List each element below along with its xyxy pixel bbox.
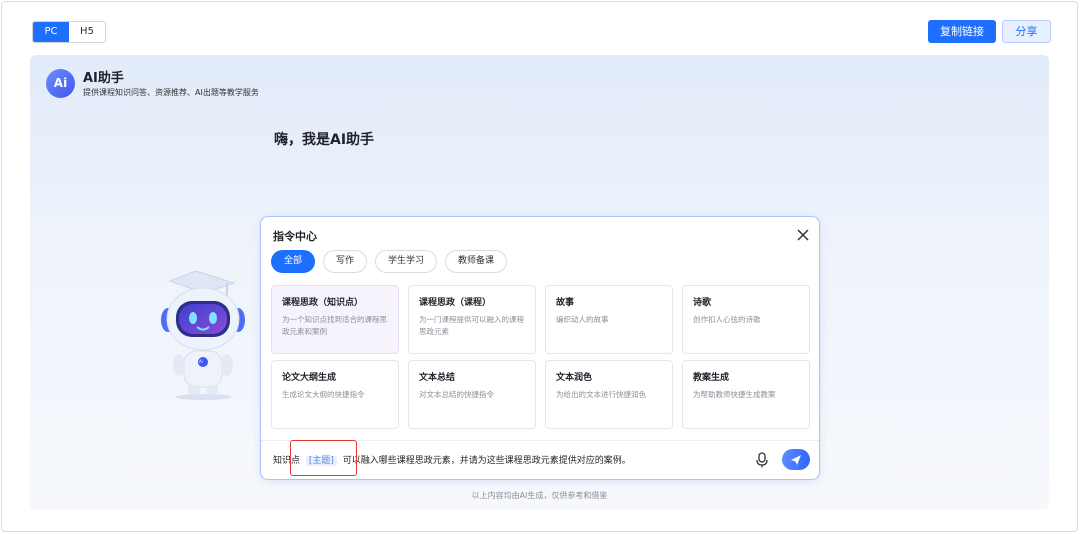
command-tile[interactable]: 论文大纲生成 生成论文大纲的快捷指令 xyxy=(271,360,399,429)
command-tabs: 全部 写作 学生学习 教师备课 xyxy=(271,250,508,273)
assistant-panel: Ai AI助手 提供课程知识问答、资源推荐、AI出题等教学服务 嗨，我是AI助手 xyxy=(30,55,1049,510)
app-title: AI助手 xyxy=(83,71,124,86)
command-tile-desc: 为给出的文本进行快捷润色 xyxy=(556,390,646,399)
close-icon[interactable] xyxy=(796,228,810,242)
command-center-title: 指令中心 xyxy=(273,230,317,243)
command-tile-desc: 为帮助教师快捷生成教案 xyxy=(693,390,776,399)
command-grid: 课程思政（知识点） 为一个知识点找到适合的课程思政元素和案例 课程思政（课程） … xyxy=(271,285,810,429)
annotation-highlight-box xyxy=(290,440,357,476)
app-subtitle: 提供课程知识问答、资源推荐、AI出题等教学服务 xyxy=(83,88,259,97)
tab-h5[interactable]: H5 xyxy=(69,22,105,42)
platform-switch: PC H5 xyxy=(32,21,106,43)
command-tile[interactable]: 课程思政（课程） 为一门课程提供可以融入的课程思政元素 xyxy=(408,285,536,354)
tab-student-learning[interactable]: 学生学习 xyxy=(375,250,438,273)
command-tile[interactable]: 课程思政（知识点） 为一个知识点找到适合的课程思政元素和案例 xyxy=(271,285,399,354)
command-tile-desc: 编织动人的故事 xyxy=(556,315,609,324)
robot-badge-text: Ai xyxy=(199,359,203,364)
command-tile-name: 课程思政（课程） xyxy=(419,298,492,308)
command-tile-desc: 创作扣人心弦的诗歌 xyxy=(693,315,761,324)
share-button[interactable]: 分享 xyxy=(1002,20,1051,43)
prompt-suffix: 可以融入哪些课程思政元素，并请为这些课程思政元素提供对应的案例。 xyxy=(342,456,631,466)
send-button[interactable] xyxy=(782,449,810,470)
command-tile-desc: 生成论文大纲的快捷指令 xyxy=(282,390,365,399)
command-tile[interactable]: 文本总结 对文本总结的快捷指令 xyxy=(408,360,536,429)
ai-logo-icon: Ai xyxy=(46,69,75,98)
tab-all[interactable]: 全部 xyxy=(271,250,316,273)
command-tile-name: 文本润色 xyxy=(556,373,593,383)
command-tile-name: 故事 xyxy=(556,298,575,308)
command-tile[interactable]: 故事 编织动人的故事 xyxy=(545,285,673,354)
greeting-text: 嗨，我是AI助手 xyxy=(274,132,375,148)
command-tile-name: 诗歌 xyxy=(693,298,712,308)
command-tile[interactable]: 诗歌 创作扣人心弦的诗歌 xyxy=(682,285,810,354)
tab-teacher-prep[interactable]: 教师备课 xyxy=(445,250,508,273)
command-tile-name: 论文大纲生成 xyxy=(282,373,337,383)
command-tile-desc: 为一门课程提供可以融入的课程思政元素 xyxy=(419,315,524,336)
command-tile[interactable]: 教案生成 为帮助教师快捷生成教案 xyxy=(682,360,810,429)
microphone-icon[interactable] xyxy=(755,452,769,468)
command-tile-name: 文本总结 xyxy=(419,373,456,383)
command-tile-desc: 为一个知识点找到适合的课程思政元素和案例 xyxy=(282,315,387,336)
ai-disclaimer: 以上内容均由AI生成，仅供参考和借鉴 xyxy=(471,491,608,500)
tab-writing[interactable]: 写作 xyxy=(323,250,368,273)
copy-link-button[interactable]: 复制链接 xyxy=(928,20,996,43)
tab-pc[interactable]: PC xyxy=(33,22,69,42)
command-tile-name: 课程思政（知识点） xyxy=(282,298,364,308)
send-icon xyxy=(791,455,801,465)
robot-mascot-icon xyxy=(161,270,245,400)
command-tile[interactable]: 文本润色 为给出的文本进行快捷润色 xyxy=(545,360,673,429)
command-tile-name: 教案生成 xyxy=(693,373,730,383)
command-tile-desc: 对文本总结的快捷指令 xyxy=(419,390,494,399)
